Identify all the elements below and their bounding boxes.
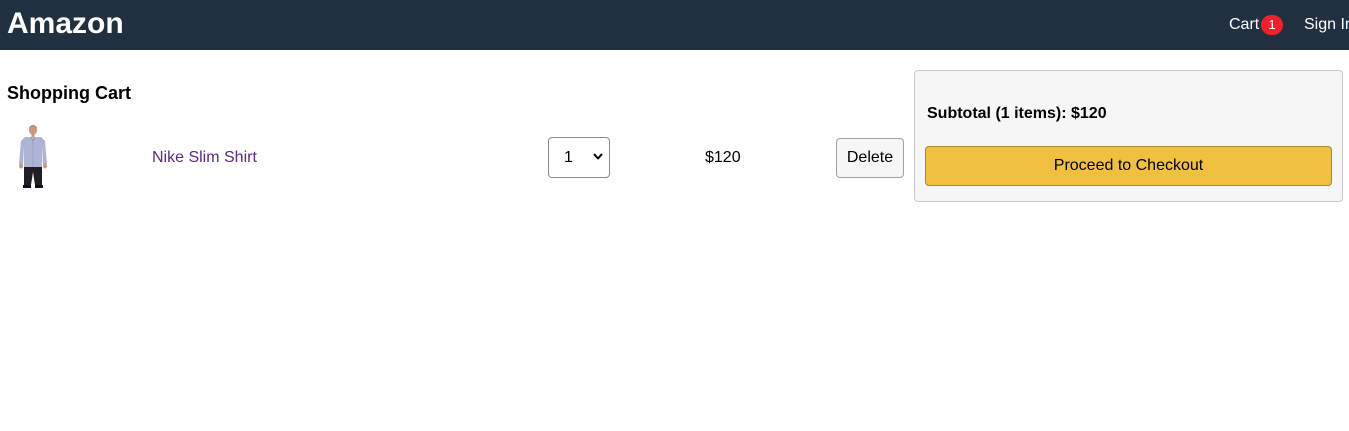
top-navbar: Amazon Cart 1 Sign In <box>0 0 1349 50</box>
delete-button[interactable]: Delete <box>836 138 904 178</box>
proceed-to-checkout-button[interactable]: Proceed to Checkout <box>925 146 1332 186</box>
quantity-select[interactable]: 1 <box>548 137 610 178</box>
sign-in-link[interactable]: Sign In <box>1304 15 1349 35</box>
order-summary-card: Subtotal (1 items): $120 Proceed to Chec… <box>914 70 1343 202</box>
shirt-product-image <box>19 125 47 188</box>
cart-count-badge[interactable]: 1 <box>1261 15 1283 35</box>
product-name-link[interactable]: Nike Slim Shirt <box>152 148 257 168</box>
item-price: $120 <box>705 149 741 166</box>
subtotal-text: Subtotal (1 items): $120 <box>927 105 1107 122</box>
quantity-value: 1 <box>564 149 573 166</box>
page-title: Shopping Cart <box>7 83 131 103</box>
brand-logo-link[interactable]: Amazon <box>7 6 124 42</box>
cart-link[interactable]: Cart <box>1229 15 1259 35</box>
chevron-down-icon <box>593 153 603 160</box>
